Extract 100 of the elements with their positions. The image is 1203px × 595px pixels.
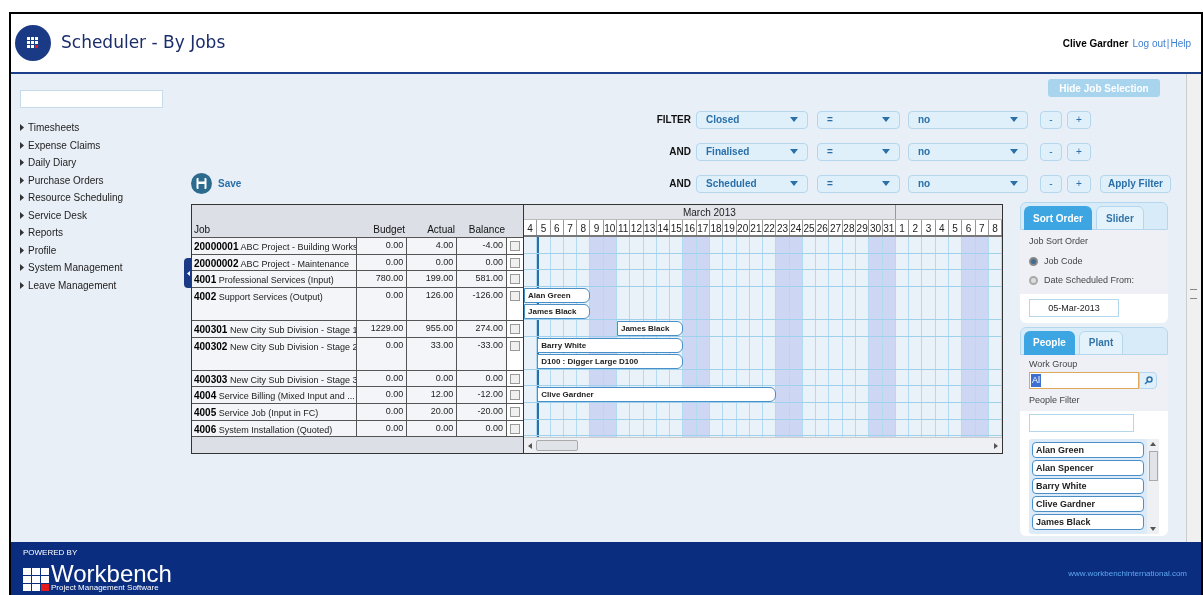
day-header: 16	[683, 220, 697, 235]
table-cell: 0.00	[357, 337, 408, 370]
schedule-bar[interactable]: D100 : Digger Large D100	[537, 354, 684, 370]
nav-link[interactable]: Service Desk	[20, 206, 87, 224]
checkbox[interactable]	[510, 323, 521, 334]
scroll-thumb[interactable]	[1148, 451, 1158, 481]
collapse-tab[interactable]	[184, 258, 192, 288]
day-header: 6	[550, 220, 564, 235]
person-item[interactable]: Alan Spencer	[1032, 459, 1144, 476]
person-item[interactable]: Barry White	[1032, 477, 1144, 494]
add-button[interactable]: +	[1067, 174, 1091, 193]
up-arrow-icon[interactable]	[1150, 441, 1156, 446]
schedule-bar[interactable]: Clive Gardner	[537, 387, 777, 403]
operator-dropdown[interactable]: =	[817, 142, 900, 161]
day-header: 29	[856, 220, 870, 235]
logout-link[interactable]: Log out	[1132, 35, 1166, 51]
help-link[interactable]: Help	[1170, 35, 1191, 51]
column-header: Job	[193, 223, 212, 237]
caret-icon	[1010, 117, 1018, 122]
save-button[interactable]: Save	[191, 173, 242, 194]
nav-link[interactable]: Timesheets	[20, 119, 80, 137]
remove-button[interactable]: -	[1040, 174, 1062, 193]
search-button[interactable]	[1139, 372, 1157, 389]
operator-dropdown[interactable]: =	[817, 174, 900, 193]
horizontal-scrollbar[interactable]	[524, 437, 1002, 453]
scroll-thumb[interactable]	[536, 440, 578, 451]
checkbox[interactable]	[510, 373, 521, 384]
caret-icon	[1010, 149, 1018, 154]
day-header: 12	[630, 220, 644, 235]
caret-icon	[882, 117, 890, 122]
table-cell: 0.00	[357, 420, 408, 437]
checkbox[interactable]	[510, 241, 521, 251]
search-field[interactable]	[20, 90, 163, 108]
triangle-icon	[20, 264, 24, 272]
field-label: People Filter	[1029, 394, 1081, 407]
day-header: 22	[763, 220, 777, 235]
remove-button[interactable]: -	[1040, 142, 1062, 161]
sort-option[interactable]: Date Scheduled From:	[1029, 274, 1159, 288]
value-dropdown[interactable]: no	[908, 110, 1028, 129]
checkbox[interactable]	[510, 290, 521, 301]
tab[interactable]: People	[1024, 330, 1075, 355]
table-cell: 780.00	[357, 271, 408, 287]
nav-link[interactable]: Daily Diary	[20, 154, 77, 172]
tab[interactable]: Plant	[1078, 330, 1124, 355]
vertical-scrollbar[interactable]	[1147, 438, 1159, 534]
table-cell: 955.00	[407, 320, 458, 337]
add-button[interactable]: +	[1067, 110, 1091, 129]
tab[interactable]: Slider	[1096, 206, 1144, 230]
value-dropdown[interactable]: no	[908, 174, 1028, 193]
checkbox[interactable]	[510, 406, 521, 417]
date-field[interactable]: 05-Mar-2013	[1029, 298, 1119, 317]
user-name: Clive Gardner	[1062, 36, 1129, 51]
nav-link[interactable]: System Management	[20, 259, 123, 277]
operator-dropdown[interactable]: =	[817, 110, 900, 129]
left-arrow-icon[interactable]	[528, 442, 532, 449]
person-item[interactable]: Clive Gardner	[1032, 495, 1144, 512]
checkbox[interactable]	[510, 390, 521, 401]
tab[interactable]: Sort Order	[1024, 206, 1092, 230]
table-cell: 4002 Support Services (Output)	[192, 287, 358, 320]
radio-button[interactable]	[1029, 256, 1038, 266]
nav-link[interactable]: Profile	[20, 241, 57, 259]
nav-link[interactable]: Expense Claims	[20, 136, 101, 154]
value-dropdown[interactable]: no	[908, 142, 1028, 161]
table-cell: 20000001 ABC Project - Building Works	[192, 238, 358, 254]
remove-button[interactable]: -	[1040, 110, 1062, 129]
radio-button[interactable]	[1029, 276, 1038, 286]
nav-link[interactable]: Purchase Orders	[20, 171, 104, 189]
day-header: 14	[656, 220, 671, 235]
nav-link[interactable]: Leave Management	[20, 276, 117, 294]
right-arrow-icon[interactable]	[994, 442, 998, 449]
add-button[interactable]: +	[1067, 142, 1091, 161]
sort-option[interactable]: Job Code	[1029, 254, 1159, 268]
page-scrollbar[interactable]	[1186, 74, 1201, 542]
nav-link[interactable]: Resource Scheduling	[20, 189, 124, 207]
down-arrow-icon[interactable]	[1150, 526, 1156, 531]
day-header: 7	[975, 220, 989, 235]
checkbox[interactable]	[510, 274, 521, 285]
search-icon	[1143, 376, 1153, 385]
apply-filter-button[interactable]: Apply Filter	[1100, 174, 1171, 193]
person-item[interactable]: Alan Green	[1032, 441, 1144, 458]
checkbox[interactable]	[510, 257, 521, 268]
triangle-icon	[186, 270, 190, 276]
triangle-icon	[20, 124, 24, 132]
table-cell: -126.00	[457, 287, 508, 320]
schedule-bar[interactable]: James Black	[524, 304, 591, 320]
field-dropdown[interactable]: Closed	[696, 110, 808, 129]
nav-link[interactable]: Reports	[20, 224, 63, 242]
table-cell: 0.00	[357, 403, 408, 420]
table-cell: 0.00	[407, 370, 458, 387]
website-link[interactable]: www.workbenchinternational.com	[1068, 568, 1187, 580]
field-dropdown[interactable]: Scheduled	[696, 174, 808, 193]
work-group-field[interactable]: Al	[1029, 372, 1139, 389]
day-header: 7	[563, 220, 578, 235]
person-item[interactable]: James Black	[1032, 513, 1144, 530]
people-filter-field[interactable]	[1029, 413, 1134, 432]
checkbox[interactable]	[510, 423, 521, 434]
checkbox[interactable]	[510, 340, 521, 351]
field-dropdown[interactable]: Finalised	[696, 142, 808, 161]
triangle-icon	[20, 141, 24, 149]
day-header: 5	[949, 220, 963, 235]
